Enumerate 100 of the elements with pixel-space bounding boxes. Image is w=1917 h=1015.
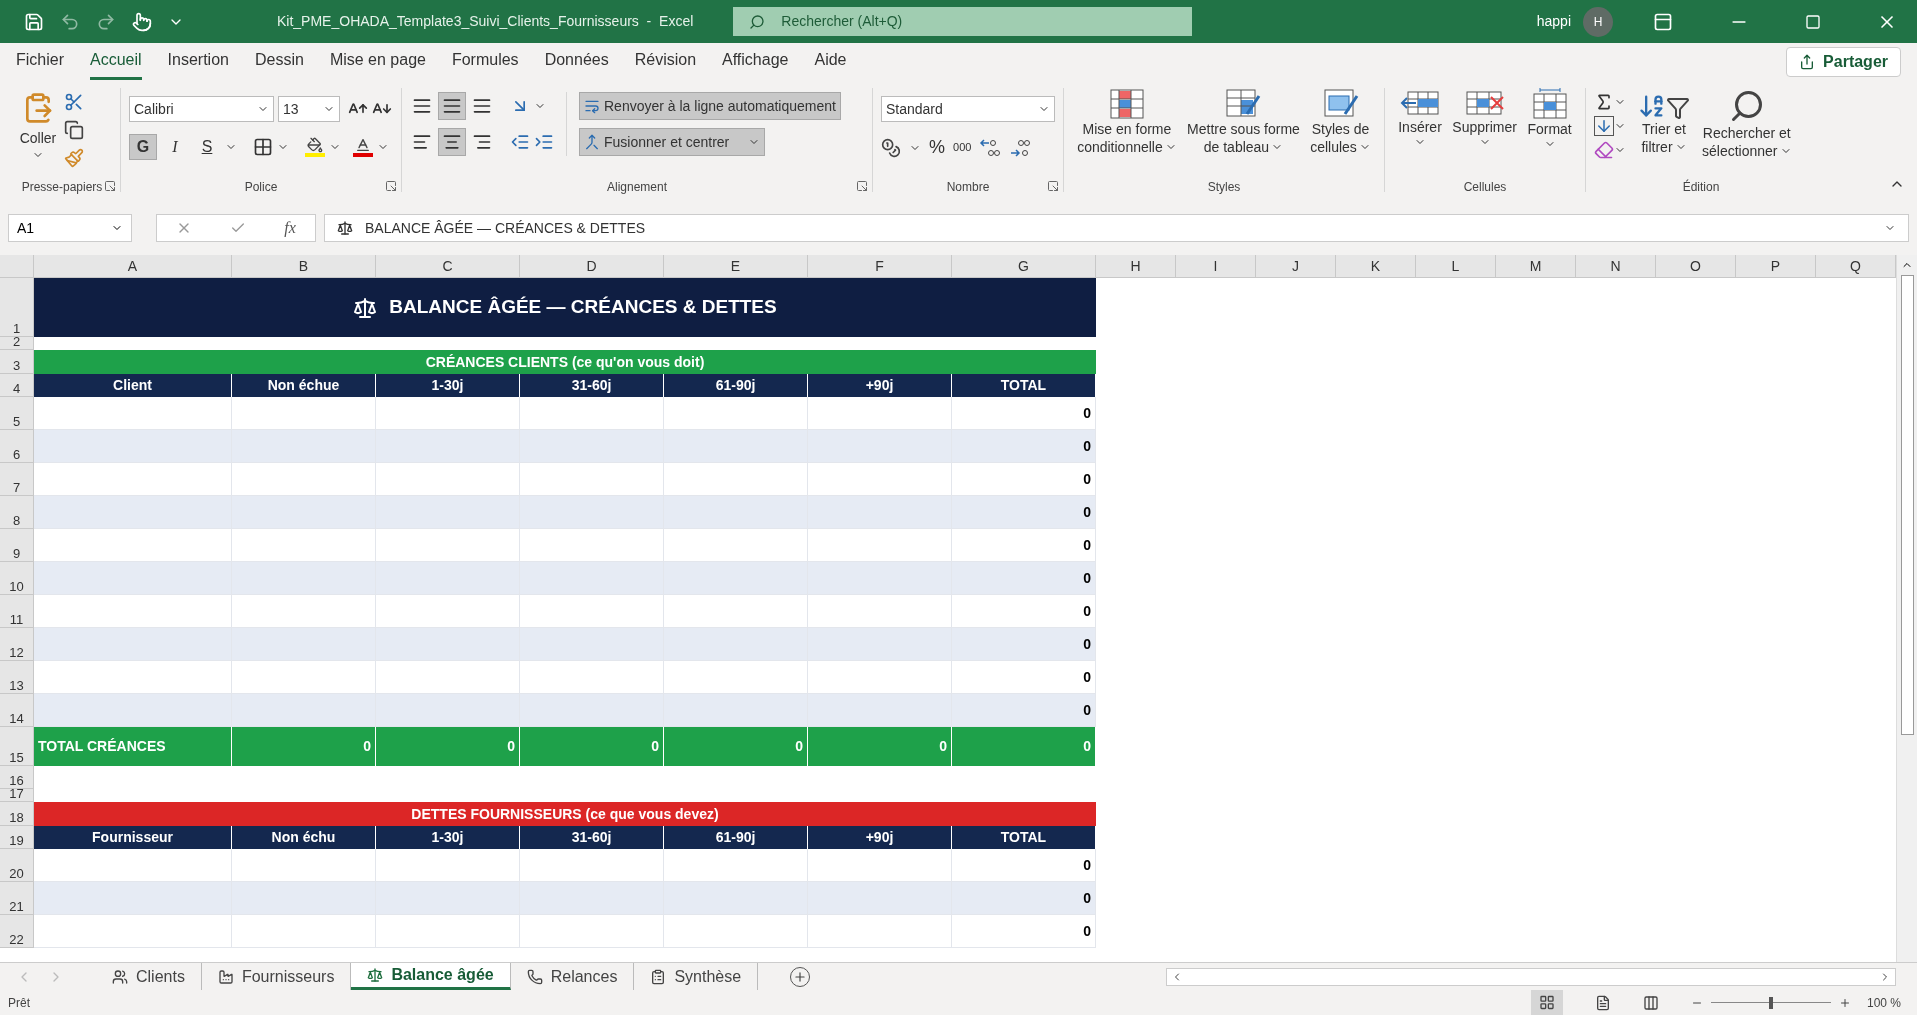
menu-tab[interactable]: Données [544,43,609,80]
underline-button[interactable]: S [193,134,221,160]
name-box[interactable]: A1 [8,214,132,242]
wrap-text-button[interactable]: Renvoyer à la ligne automatiquement [579,92,841,120]
column-header[interactable]: P [1736,255,1816,278]
row-header[interactable]: 4 [0,374,34,397]
column-header[interactable]: H [1096,255,1176,278]
fill-down-icon[interactable] [1594,116,1614,136]
search-field[interactable]: Rechercher (Alt+Q) [733,7,1193,36]
copy-icon[interactable] [64,120,84,140]
column-header[interactable]: G [952,255,1096,278]
row-header[interactable]: 13 [0,661,34,694]
column-header[interactable]: O [1656,255,1736,278]
editing-button[interactable]: Trier et filtrer [1638,88,1690,160]
row-header[interactable]: 3 [0,350,34,374]
horizontal-scrollbar[interactable] [1166,967,1896,986]
row-header[interactable]: 7 [0,463,34,496]
cut-icon[interactable] [64,92,84,112]
column-header[interactable]: A [34,255,232,278]
insert-function-button[interactable]: fx [284,216,296,240]
row-header[interactable]: 10 [0,562,34,595]
share-button[interactable]: Partager [1786,46,1901,77]
row-header[interactable]: 18 [0,802,34,826]
number-format-dropdown[interactable]: Standard [881,96,1055,122]
currency-icon[interactable] [881,137,901,158]
row-header[interactable]: 1 [0,278,34,337]
page-break-icon[interactable] [1642,994,1659,1011]
cells-button[interactable]: Format [1527,88,1572,150]
user-avatar[interactable]: H [1583,6,1613,37]
menu-tab[interactable]: Dessin [254,43,304,80]
touch-mode-icon[interactable] [132,11,152,32]
column-header[interactable]: C [376,255,520,278]
sheet-tab[interactable]: Balance âgée [351,963,511,990]
menu-tab[interactable]: Mise en page [329,43,426,80]
column-header[interactable]: I [1176,255,1256,278]
column-header[interactable]: J [1256,255,1336,278]
merge-center-button[interactable]: Fusionner et centrer [579,128,765,156]
format-painter-icon[interactable] [64,148,84,168]
row-header[interactable]: 11 [0,595,34,628]
restore-icon[interactable] [1805,13,1821,30]
row-header[interactable]: 19 [0,826,34,849]
menu-tab[interactable]: Fichier [16,43,64,80]
dialog-launcher-icon[interactable] [385,180,397,192]
decrease-decimal-icon[interactable] [1009,137,1032,158]
zoom-slider[interactable] [1710,996,1831,1009]
percent-button[interactable]: % [929,134,945,161]
vertical-scrollbar[interactable] [1896,255,1917,962]
row-header[interactable]: 21 [0,882,34,915]
editing-button[interactable]: Rechercher et sélectionner [1702,88,1792,160]
align-center-icon[interactable] [438,128,466,156]
row-header[interactable]: 6 [0,430,34,463]
scroll-thumb[interactable] [1900,275,1914,735]
column-header[interactable]: L [1416,255,1496,278]
styles-button[interactable]: Mettre sous forme de tableau [1187,88,1300,156]
column-header[interactable]: M [1496,255,1576,278]
zoom-level[interactable]: 100 % [1866,993,1901,1012]
formula-field[interactable]: BALANCE ÂGÉE — CRÉANCES & DETTES [324,214,1909,242]
dialog-launcher-icon[interactable] [104,180,116,192]
save-icon[interactable] [24,11,44,32]
row-header[interactable]: 17 [0,789,34,802]
increase-decimal-icon[interactable] [979,137,1002,158]
menu-tab[interactable]: Formules [451,43,519,80]
column-header[interactable]: N [1576,255,1656,278]
fill-color-icon[interactable] [305,137,325,157]
decrease-indent-icon[interactable] [510,132,530,152]
menu-tab[interactable]: Affichage [722,43,789,80]
styles-button[interactable]: Mise en forme conditionnelle [1077,88,1177,156]
column-header[interactable]: Q [1816,255,1896,278]
column-header[interactable]: D [520,255,664,278]
align-middle-icon[interactable] [438,92,466,120]
cells-button[interactable]: Insérer [1398,88,1442,150]
zoom-in-icon[interactable] [1838,996,1851,1009]
paste-button[interactable]: Coller [16,88,60,168]
row-header[interactable]: 15 [0,727,34,766]
dialog-launcher-icon[interactable] [856,180,868,192]
bold-button[interactable]: G [129,134,157,160]
increase-indent-icon[interactable] [534,132,554,152]
ribbon-display-icon[interactable] [1653,11,1673,32]
font-size-dropdown[interactable]: 13 [278,96,340,122]
row-header[interactable]: 12 [0,628,34,661]
cells-button[interactable]: Supprimer [1452,88,1517,150]
row-header[interactable]: 8 [0,496,34,529]
font-color-icon[interactable] [353,137,373,157]
column-header[interactable]: K [1336,255,1416,278]
page-layout-icon[interactable] [1594,994,1611,1011]
row-header[interactable]: 5 [0,397,34,430]
row-header[interactable]: 16 [0,766,34,789]
row-header[interactable]: 20 [0,849,34,882]
normal-view-icon[interactable] [1530,990,1563,1015]
column-header[interactable]: E [664,255,808,278]
menu-tab[interactable]: Insertion [167,43,229,80]
styles-button[interactable]: Styles de cellules [1310,88,1371,156]
eraser-icon[interactable] [1594,140,1614,160]
menu-tab[interactable]: Aide [814,43,847,80]
menu-tab[interactable]: Révision [634,43,697,80]
thousands-button[interactable]: 000 [953,139,972,156]
dialog-launcher-icon[interactable] [1047,180,1059,192]
row-header[interactable]: 22 [0,915,34,948]
column-header[interactable]: B [232,255,376,278]
borders-icon[interactable] [253,137,273,157]
